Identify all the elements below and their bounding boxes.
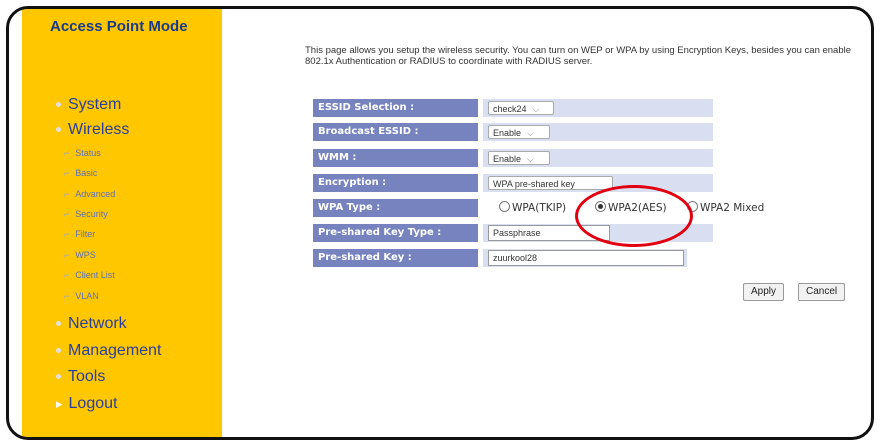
nav-item-management[interactable]: Management	[56, 342, 161, 360]
cancel-button[interactable]: Cancel	[798, 283, 846, 301]
wmm-select[interactable]: Enable ⌵	[488, 151, 550, 165]
bullet-icon	[56, 374, 61, 380]
essid-value-cell: check24 ⌵	[483, 99, 713, 117]
nav-sub-wps[interactable]: ⌐ WPS	[64, 250, 96, 260]
main-content: This page allows you setup the wireless …	[235, 9, 871, 437]
encryption-select[interactable]: WPA pre-shared key	[488, 176, 613, 190]
bullet-icon	[56, 348, 61, 354]
nav-item-tools[interactable]: Tools	[56, 368, 105, 386]
essid-label: ESSID Selection :	[313, 99, 478, 117]
nav-sub-client-list[interactable]: ⌐ Client List	[64, 270, 115, 280]
essid-select[interactable]: check24 ⌵	[488, 101, 554, 115]
radio-wpa2-mixed[interactable]: WPA2 Mixed	[687, 201, 764, 214]
encryption-value-cell: WPA pre-shared key	[483, 174, 713, 192]
nav-sub-status[interactable]: ⌐ Status	[64, 148, 101, 158]
nav-item-network[interactable]: Network	[56, 315, 127, 333]
nav-sub-basic[interactable]: ⌐ Basic	[64, 168, 97, 178]
chevron-down-icon: ⌵	[532, 104, 540, 114]
wpa-type-label: WPA Type :	[313, 199, 478, 217]
tree-branch-icon: ⌐	[64, 168, 70, 178]
broadcast-value-cell: Enable ⌵	[483, 123, 713, 141]
wmm-label: WMM :	[313, 149, 478, 167]
nav-sub-filter[interactable]: ⌐ Filter	[64, 229, 95, 239]
intro-text: This page allows you setup the wireless …	[305, 45, 852, 67]
bullet-icon	[56, 127, 61, 133]
bullet-icon	[56, 321, 61, 327]
nav-item-logout[interactable]: ▸ Logout	[56, 395, 117, 413]
broadcast-essid-label: Broadcast ESSID :	[313, 123, 478, 141]
nav-sub-security[interactable]: ⌐ Security	[64, 209, 108, 219]
chevron-down-icon: ⌵	[527, 154, 534, 164]
arrow-right-icon: ▸	[56, 396, 63, 411]
tree-branch-icon: ⌐	[64, 209, 70, 219]
tree-branch-icon: ⌐	[64, 148, 70, 158]
nav-item-wireless[interactable]: Wireless	[56, 121, 129, 139]
radio-wpa-tkip[interactable]: WPA(TKIP)	[499, 201, 566, 214]
tree-branch-icon: ⌐	[64, 270, 70, 280]
psk-value-cell: zuurkool28	[483, 249, 687, 267]
tree-branch-icon: ⌐	[64, 229, 70, 239]
chevron-down-icon: ⌵	[527, 128, 534, 138]
tree-branch-icon: ⌐	[64, 291, 70, 301]
psk-type-label: Pre-shared Key Type :	[313, 224, 478, 242]
radio-icon	[499, 201, 510, 212]
bullet-icon	[56, 102, 61, 108]
sidebar-title: Access Point Mode	[50, 18, 188, 35]
tree-branch-icon: ⌐	[64, 250, 70, 260]
apply-button[interactable]: Apply	[743, 283, 785, 301]
nav-sub-vlan[interactable]: ⌐ VLAN	[64, 291, 99, 301]
red-annotation-circle	[575, 185, 693, 247]
wmm-value-cell: Enable ⌵	[483, 149, 713, 167]
broadcast-essid-select[interactable]: Enable ⌵	[488, 125, 550, 139]
nav-sub-advanced[interactable]: ⌐ Advanced	[64, 189, 115, 199]
psk-input[interactable]: zuurkool28	[488, 250, 684, 266]
psk-label: Pre-shared Key :	[313, 249, 478, 267]
sidebar: Access Point Mode System Wireless ⌐ Statu…	[22, 9, 222, 437]
encryption-label: Encryption :	[313, 174, 478, 192]
tree-branch-icon: ⌐	[64, 189, 70, 199]
screenshot-frame: Access Point Mode System Wireless ⌐ Statu…	[6, 6, 874, 440]
nav-item-system[interactable]: System	[56, 96, 121, 114]
